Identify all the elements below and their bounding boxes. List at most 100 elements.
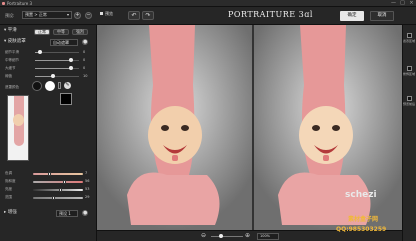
title-bar: Portraiture 3 — □ × <box>0 0 416 7</box>
slider-track[interactable] <box>35 50 79 54</box>
tone-label: 饱和度 <box>5 179 16 183</box>
preview-checkbox[interactable] <box>100 12 103 15</box>
enhance-title: 增强 <box>7 210 17 215</box>
tone-row: 色调 7 <box>5 171 93 176</box>
tone-knob[interactable] <box>59 187 62 192</box>
mask-color-label: 遮罩颜色 <box>5 85 19 89</box>
checkbox-icon <box>406 96 412 101</box>
enhance-section-header[interactable]: ▸ 增强 <box>4 209 94 217</box>
zoom-in-icon[interactable]: ⊕ <box>245 232 250 239</box>
slider-label: 阈值 <box>5 74 12 78</box>
preset-value: 预置 > 正常 <box>25 12 47 17</box>
undo-icon[interactable]: ↶ <box>128 11 140 20</box>
mask-preview-swatch <box>60 93 72 105</box>
slider-value[interactable]: 0 <box>83 50 85 55</box>
checkbox-icon <box>406 33 412 38</box>
side-toggle-mask-area[interactable]: 遮罩区域 <box>402 33 416 43</box>
mode-normal-button[interactable]: 正常 <box>34 29 50 35</box>
maximize-button[interactable]: □ <box>398 0 407 7</box>
tone-row: 亮度 53 <box>5 187 93 192</box>
slider-value[interactable]: 10 <box>83 74 87 79</box>
slider-knob[interactable] <box>69 58 74 62</box>
zoom-slider[interactable] <box>211 234 243 238</box>
tone-knob[interactable] <box>47 171 51 176</box>
mask-thumbnail <box>7 95 29 161</box>
side-toggle-label: 修饰区域 <box>402 72 415 76</box>
enhance-reset-button[interactable]: ● <box>82 210 88 216</box>
redo-icon[interactable]: ↷ <box>142 11 154 20</box>
side-toggle-label: 预览前后 <box>402 102 415 106</box>
mask-preset-dropdown[interactable]: 自动遮罩 <box>50 39 78 46</box>
slider-fill <box>35 76 53 77</box>
slider-label: 细节平滑 <box>5 50 19 54</box>
tone-value[interactable]: 29 <box>85 195 89 200</box>
enhance-preset-value: 预设 1 <box>59 211 71 216</box>
slider-row: 阈值 10 <box>5 74 93 79</box>
slider-knob[interactable] <box>50 74 55 78</box>
slider-track[interactable] <box>35 58 79 62</box>
smoothing-title: 平滑 <box>7 28 17 33</box>
window-title: Portraiture 3 <box>7 1 33 6</box>
thumbnail-face <box>13 114 24 126</box>
slider-knob[interactable] <box>69 66 74 70</box>
ok-button[interactable]: 确定 <box>340 11 364 21</box>
mode-medium-button[interactable]: 中等 <box>53 29 69 35</box>
tone-label: 色调 <box>5 171 12 175</box>
slider-label: 大细节 <box>5 66 16 70</box>
close-button[interactable]: × <box>407 0 416 7</box>
skin-mask-section-header[interactable]: ▾ 皮肤遮罩 <box>4 38 94 46</box>
preset-label: 预设: <box>5 13 15 18</box>
slider-row: 细节平滑 0 <box>5 50 93 55</box>
watermark-qq: QQ:985303259 <box>336 226 387 233</box>
mask-reset-button[interactable]: ● <box>82 39 88 45</box>
watermark-cn: 素材盒子网 <box>348 216 379 223</box>
remove-preset-button[interactable]: − <box>85 11 92 19</box>
tone-knob[interactable] <box>51 195 55 200</box>
tone-value[interactable]: 56 <box>85 179 89 184</box>
app-icon <box>2 1 5 5</box>
minimize-button[interactable]: — <box>389 0 398 7</box>
watermark-site: schezi <box>345 190 377 200</box>
enhance-preset-dropdown[interactable]: 预设 1 <box>56 210 78 217</box>
zoom-value: 100% <box>260 234 271 238</box>
settings-panel: ▾ 平滑 正常 中等 强烈 ▾ 皮肤遮罩 自动遮罩 ● 细节平滑 0 中等细节 0 大细… <box>0 25 97 241</box>
mask-color-light-swatch[interactable] <box>45 81 55 91</box>
before-after-divider[interactable] <box>252 25 254 230</box>
slider-row: 大细节 0 <box>5 66 93 71</box>
tone-track[interactable] <box>33 195 83 200</box>
mode-strong-button[interactable]: 强烈 <box>72 29 88 35</box>
slider-value[interactable]: 0 <box>83 58 85 63</box>
slider-label: 中等细节 <box>5 58 19 62</box>
side-toggle-label: 遮罩区域 <box>402 39 415 43</box>
side-toggle-before-after[interactable]: 预览前后 <box>402 96 416 106</box>
mask-color-divider <box>58 82 61 89</box>
tone-track[interactable] <box>33 187 83 192</box>
tone-value[interactable]: 53 <box>85 187 89 192</box>
zoom-slider-knob[interactable] <box>219 234 223 238</box>
tone-row: 范围 29 <box>5 195 93 200</box>
side-toggle-retouch-area[interactable]: 修饰区域 <box>402 66 416 76</box>
tone-knob[interactable] <box>62 179 66 184</box>
zoom-out-icon[interactable]: ⊖ <box>201 232 206 239</box>
cancel-button[interactable]: 取消 <box>370 11 394 21</box>
mask-preset-value: 自动遮罩 <box>53 40 69 45</box>
slider-track[interactable] <box>35 74 79 78</box>
skin-mask-title: 皮肤遮罩 <box>7 39 26 44</box>
preset-dropdown[interactable]: 预置 > 正常 ▾ <box>22 11 72 19</box>
add-preset-button[interactable]: + <box>74 11 81 19</box>
slider-fill <box>35 68 72 69</box>
tone-label: 亮度 <box>5 187 12 191</box>
app-logo: PORTRAITURE 3ɑl <box>228 10 313 19</box>
slider-track[interactable] <box>35 66 79 70</box>
checkbox-icon <box>406 66 412 71</box>
slider-fill <box>35 60 72 61</box>
tone-track[interactable] <box>33 179 83 184</box>
mask-color-dark-swatch[interactable] <box>32 81 42 91</box>
zoom-dropdown[interactable]: 100% <box>257 233 279 240</box>
top-toolbar: 预设: 预置 > 正常 ▾ + − 预览 ↶ ↷ PORTRAITURE 3ɑl… <box>0 7 416 25</box>
tone-value[interactable]: 7 <box>85 171 87 176</box>
slider-value[interactable]: 0 <box>83 66 85 71</box>
eyedropper-icon[interactable]: ✎ <box>64 82 71 89</box>
slider-knob[interactable] <box>38 50 43 54</box>
tone-track[interactable] <box>33 171 83 176</box>
